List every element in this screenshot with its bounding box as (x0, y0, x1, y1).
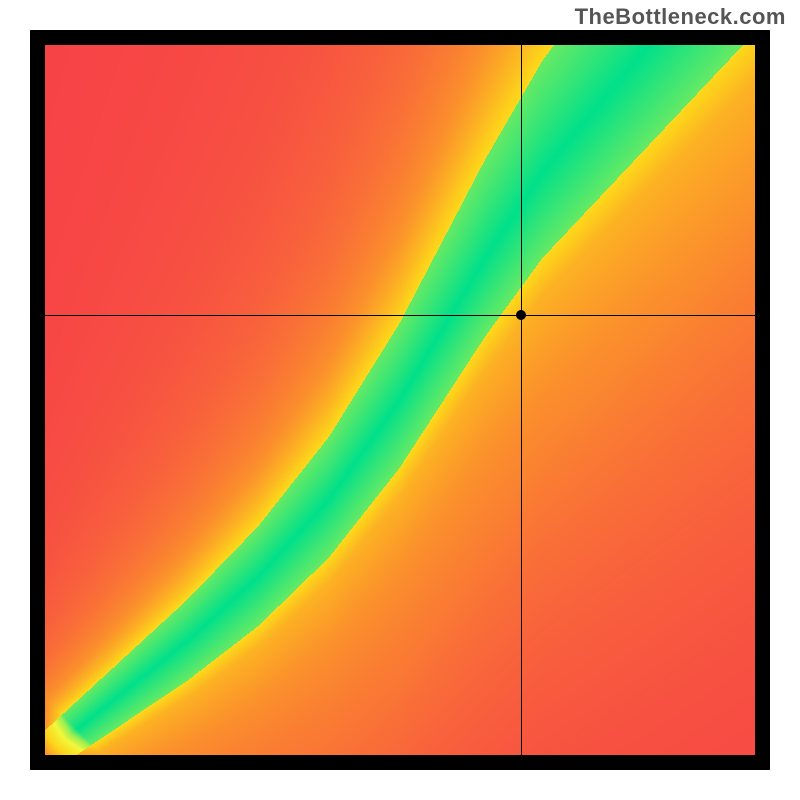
crosshair-horizontal (45, 315, 755, 316)
crosshair-vertical (521, 45, 522, 755)
watermark-text: TheBottleneck.com (575, 4, 786, 30)
bottleneck-heatmap (45, 45, 755, 755)
marker-dot (516, 310, 526, 320)
chart-frame (30, 30, 770, 770)
